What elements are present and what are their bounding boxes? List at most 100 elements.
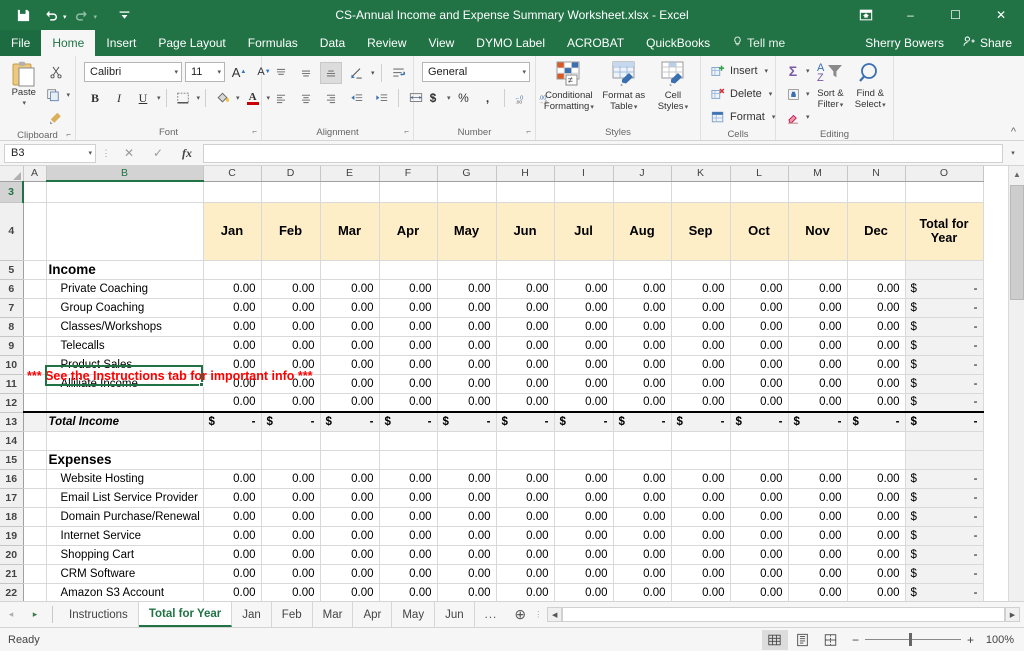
format-as-table-dropdown-icon[interactable]: ▾	[634, 104, 638, 111]
ribbon-tab-view[interactable]: View	[418, 30, 466, 56]
amount-cell[interactable]: 0.00	[496, 526, 555, 546]
amount-cell[interactable]: 0.00	[437, 279, 497, 299]
total-income-amount[interactable]: $ -	[203, 411, 262, 432]
account-name[interactable]: Sherry Bowers	[855, 36, 954, 50]
cell[interactable]	[379, 450, 438, 470]
amount-cell[interactable]: 0.00	[320, 298, 380, 318]
column-header-l[interactable]: L	[730, 166, 789, 182]
minimize-button[interactable]: –	[888, 0, 933, 30]
column-header-b[interactable]: B	[46, 166, 204, 182]
row-header-5[interactable]: 5	[0, 260, 24, 280]
row-header-18[interactable]: 18	[0, 507, 24, 527]
decrease-indent-icon[interactable]	[345, 87, 367, 109]
cell[interactable]	[23, 469, 47, 489]
cell[interactable]	[23, 450, 47, 470]
amount-cell[interactable]: 0.00	[320, 393, 380, 413]
amount-cell[interactable]: 0.00	[320, 545, 380, 565]
total-income-amount[interactable]: $ -	[437, 411, 497, 432]
increase-decimal-icon[interactable]: ←0.00	[510, 87, 532, 109]
total-income-amount[interactable]: $ -	[613, 411, 672, 432]
sheet-tab-jan[interactable]: Jan	[232, 602, 272, 627]
cell-total[interactable]: $ -	[905, 583, 984, 601]
amount-cell[interactable]: 0.00	[671, 545, 731, 565]
amount-cell[interactable]: 0.00	[261, 298, 321, 318]
amount-cell[interactable]: 0.00	[788, 355, 848, 375]
amount-cell[interactable]: 0.00	[613, 526, 672, 546]
zoom-track[interactable]	[864, 633, 961, 646]
amount-cell[interactable]: 0.00	[554, 317, 614, 337]
ribbon-tab-acrobat[interactable]: ACROBAT	[556, 30, 635, 56]
cell[interactable]	[203, 181, 262, 203]
font-name-combo[interactable]: Calibri ▾	[84, 62, 182, 82]
total-income-amount[interactable]: $ -	[320, 411, 380, 432]
amount-cell[interactable]: 0.00	[261, 279, 321, 299]
cell[interactable]	[554, 450, 614, 470]
total-income-amount[interactable]: $ -	[496, 411, 555, 432]
amount-cell[interactable]: 0.00	[847, 488, 906, 508]
month-header-feb[interactable]: Feb	[260, 201, 321, 261]
row-header-14[interactable]: 14	[0, 431, 24, 451]
cell[interactable]	[23, 317, 47, 337]
scroll-right-arrow[interactable]: ▶	[1005, 607, 1020, 622]
cell[interactable]	[496, 181, 555, 203]
add-sheet-icon[interactable]: ⊕	[507, 602, 533, 627]
total-income-amount[interactable]: $ -	[379, 411, 438, 432]
cell-total[interactable]: $ -	[905, 507, 984, 527]
format-dropdown-icon[interactable]: ▾	[772, 113, 776, 121]
cancel-icon[interactable]: ✕	[116, 144, 142, 163]
number-format-combo[interactable]: General ▾	[422, 62, 530, 82]
amount-cell[interactable]: 0.00	[788, 545, 848, 565]
cell[interactable]	[46, 202, 204, 261]
amount-cell[interactable]: 0.00	[379, 317, 438, 337]
horizontal-scrollbar[interactable]: ◀ ▶	[543, 602, 1024, 627]
amount-cell[interactable]: 0.00	[554, 298, 614, 318]
amount-cell[interactable]: 0.00	[261, 469, 321, 489]
total-income-amount[interactable]: $ -	[671, 411, 731, 432]
amount-cell[interactable]: 0.00	[203, 545, 262, 565]
copy-button[interactable]	[42, 84, 64, 106]
expense-row-label[interactable]: Email List Service Provider	[46, 488, 204, 508]
cell[interactable]	[261, 431, 321, 451]
cell[interactable]	[23, 411, 47, 432]
font-size-combo[interactable]: 11 ▾	[185, 62, 225, 82]
formula-input[interactable]	[203, 143, 1003, 163]
copy-dropdown-icon[interactable]: ▾	[66, 91, 70, 99]
amount-cell[interactable]: 0.00	[847, 583, 906, 601]
amount-cell[interactable]: 0.00	[671, 374, 731, 394]
find-and-select-button[interactable]: Find & Select▾	[851, 59, 889, 111]
amount-cell[interactable]: 0.00	[437, 545, 497, 565]
amount-cell[interactable]: 0.00	[730, 545, 789, 565]
amount-cell[interactable]: 0.00	[671, 355, 731, 375]
amount-cell[interactable]: 0.00	[671, 488, 731, 508]
amount-cell[interactable]: 0.00	[613, 336, 672, 356]
cell[interactable]	[23, 298, 47, 318]
amount-cell[interactable]: 0.00	[379, 469, 438, 489]
amount-cell[interactable]: 0.00	[671, 393, 731, 413]
amount-cell[interactable]: 0.00	[496, 393, 555, 413]
cell[interactable]	[613, 431, 672, 451]
horizontal-scroll-track[interactable]	[562, 607, 1005, 622]
amount-cell[interactable]: 0.00	[730, 469, 789, 489]
amount-cell[interactable]: 0.00	[320, 374, 380, 394]
ribbon-tab-data[interactable]: Data	[309, 30, 356, 56]
row-header-19[interactable]: 19	[0, 526, 24, 546]
cell[interactable]	[730, 450, 789, 470]
format-cells-button[interactable]: Format ▾	[707, 106, 775, 128]
amount-cell[interactable]: 0.00	[788, 298, 848, 318]
month-header-may[interactable]: May	[436, 201, 497, 261]
expense-row-label[interactable]: Website Hosting	[46, 469, 204, 489]
redo-icon[interactable]	[69, 3, 95, 27]
cell[interactable]	[23, 279, 47, 299]
column-header-m[interactable]: M	[788, 166, 848, 182]
cut-button[interactable]	[42, 61, 70, 83]
cell[interactable]	[379, 181, 438, 203]
cell-total[interactable]: $ -	[905, 469, 984, 489]
column-header-j[interactable]: J	[613, 166, 672, 182]
delete-dropdown-icon[interactable]: ▾	[769, 90, 773, 98]
amount-cell[interactable]: 0.00	[554, 545, 614, 565]
amount-cell[interactable]: 0.00	[788, 279, 848, 299]
amount-cell[interactable]: 0.00	[554, 564, 614, 584]
row-header-6[interactable]: 6	[0, 279, 24, 299]
amount-cell[interactable]: 0.00	[379, 545, 438, 565]
amount-cell[interactable]: 0.00	[554, 507, 614, 527]
